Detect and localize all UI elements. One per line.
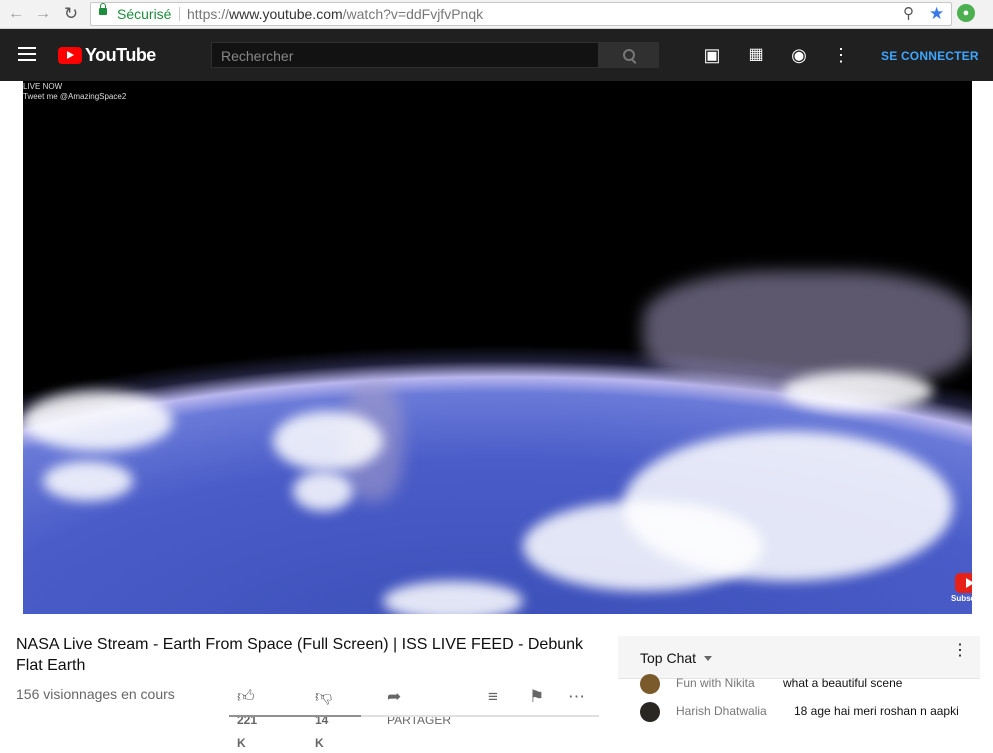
avatar [640, 674, 660, 694]
zoom-icon[interactable]: ⚲ [903, 4, 914, 24]
more-horizontal-icon: ⋯ [568, 686, 585, 706]
lock-icon [99, 3, 107, 15]
overlay-line2: Tweet me @AmazingSpace2 [23, 92, 127, 101]
chat-author[interactable]: Fun with Nikita [676, 674, 755, 692]
secure-label: Sécurisé [117, 6, 172, 22]
landmass [643, 271, 972, 391]
dislike-count: 14 K [315, 712, 329, 750]
address-bar[interactable]: Sécurisé https://www.youtube.com/watch?v… [90, 2, 952, 26]
search-icon [623, 49, 635, 61]
video-title: NASA Live Stream - Earth From Space (Ful… [16, 636, 584, 674]
upload-video-icon[interactable]: ▣ [701, 45, 723, 65]
overlay-line1: LIVE NOW [23, 82, 63, 91]
chevron-down-icon[interactable] [704, 656, 712, 661]
forward-arrow-icon[interactable]: → [33, 4, 53, 24]
omnibox-separator [179, 7, 180, 21]
cloud [23, 391, 173, 451]
avatar [640, 702, 660, 722]
menu-icon[interactable] [18, 47, 36, 61]
youtube-play-logo-icon [58, 47, 82, 64]
video-player[interactable]: LIVE NOW Tweet me @AmazingSpace2 Subscri… [23, 81, 972, 614]
add-to-playlist-button[interactable]: ≡ [488, 685, 504, 707]
like-button[interactable]: 👍︎ 221 K [237, 685, 261, 750]
view-count: 156 visionnages en cours [16, 686, 175, 702]
extension-icon[interactable]: ● [957, 4, 975, 22]
more-vertical-icon[interactable]: ⋮ [830, 45, 852, 65]
youtube-subscribe-icon [955, 573, 972, 593]
sign-in-button[interactable]: SE CONNECTER [881, 49, 979, 63]
cloud [43, 461, 133, 501]
like-ratio-fill [229, 715, 362, 717]
more-actions-button[interactable]: ⋯ [568, 685, 591, 707]
subscribe-label: Subscribe [951, 594, 972, 603]
share-arrow-icon: ➦ [387, 686, 402, 706]
report-button[interactable]: ⚑ [529, 685, 550, 707]
logo-text: YouTube [85, 45, 156, 65]
url-host: www.youtube.com [229, 6, 343, 22]
url-path: /watch?v=ddFvjfvPnqk [342, 6, 484, 22]
chat-text: what a beautiful scene [783, 676, 903, 690]
chat-mode-dropdown[interactable]: Top Chat [640, 650, 696, 666]
flag-icon: ⚑ [529, 686, 545, 706]
browser-toolbar: ← → ↻ Sécurisé https://www.youtube.com/w… [0, 0, 993, 29]
cloud [383, 581, 523, 614]
chat-author[interactable]: Harish Dhatwalia [676, 702, 767, 720]
search-button[interactable] [599, 42, 659, 68]
like-count: 221 K [237, 712, 258, 750]
back-arrow-icon[interactable]: ← [6, 4, 26, 24]
cloud [273, 411, 383, 471]
cloud [783, 371, 933, 411]
bookmark-star-icon[interactable]: ★ [929, 4, 944, 24]
dislike-button[interactable]: 👎︎ 14 K [315, 685, 338, 750]
apps-grid-icon[interactable]: ▦ [745, 45, 767, 65]
playlist-add-icon: ≡ [488, 686, 498, 706]
url-prefix: https:// [187, 6, 230, 22]
messages-icon[interactable]: ◉ [788, 45, 810, 65]
cloud [293, 471, 353, 511]
cloud [523, 501, 763, 591]
video-overlay-text: LIVE NOW Tweet me @AmazingSpace2 [23, 82, 126, 102]
thumbs-down-icon: 👎︎ [315, 686, 333, 706]
share-button[interactable]: ➦PARTAGER [387, 685, 451, 727]
subscribe-watermark[interactable]: Subscribe [951, 573, 972, 605]
thumbs-up-icon: 👍︎ [237, 686, 255, 706]
chat-header: Top Chat ⋮ [618, 636, 980, 679]
search-input[interactable]: Rechercher [211, 42, 599, 68]
live-chat-panel: Top Chat ⋮ Fun with Nikita what a beauti… [618, 636, 980, 730]
chat-text: 18 age hai meri roshan n aapki [794, 704, 959, 718]
youtube-header: YouTube Rechercher ▣ ▦ ◉ ⋮ SE CONNECTER [0, 29, 993, 81]
like-ratio-bar [229, 715, 599, 717]
url-text[interactable]: https://www.youtube.com/watch?v=ddFvjfvP… [187, 6, 483, 22]
reload-icon[interactable]: ↻ [61, 4, 81, 24]
more-vertical-icon[interactable]: ⋮ [952, 643, 968, 659]
